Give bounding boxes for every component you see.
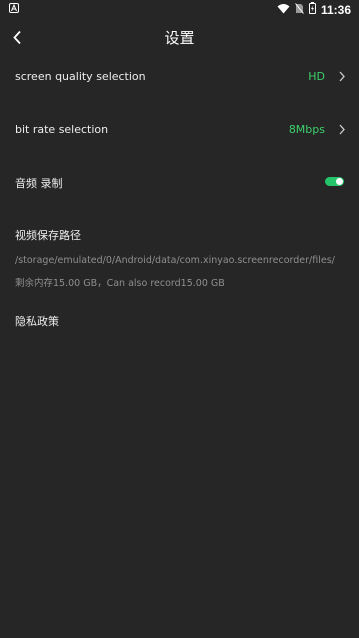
chevron-right-icon: [339, 124, 345, 135]
bitrate-setting-row[interactable]: bit rate selection 8Mbps: [0, 114, 359, 144]
quality-setting-row[interactable]: screen quality selection HD: [0, 62, 359, 92]
bitrate-value: 8Mbps: [288, 123, 325, 136]
status-bar: 11:36: [0, 0, 359, 18]
app-bar: 设置: [0, 20, 359, 54]
privacy-policy-row[interactable]: 隐私政策: [0, 306, 359, 334]
privacy-policy-label: 隐私政策: [15, 315, 59, 328]
save-path-section: 视频保存路径 /storage/emulated/0/Android/data/…: [0, 220, 359, 290]
bitrate-label: bit rate selection: [15, 123, 109, 136]
chevron-right-icon: [339, 71, 345, 82]
toggle-knob: [336, 178, 343, 185]
audio-record-row: 音频 录制: [0, 168, 359, 196]
no-sim-icon: [295, 2, 304, 17]
wifi-icon: [277, 3, 290, 17]
battery-icon: [308, 2, 316, 17]
quality-label: screen quality selection: [15, 70, 146, 83]
audio-record-label: 音频 录制: [15, 177, 63, 190]
page-title: 设置: [164, 29, 195, 47]
save-path-label: 视频保存路径: [15, 229, 81, 242]
audio-record-toggle[interactable]: [325, 177, 344, 186]
storage-info: 剩余内存15.00 GB，Can also record15.00 GB: [15, 278, 225, 289]
save-path-value: /storage/emulated/0/Android/data/com.xin…: [15, 255, 335, 266]
app-notification-icon: [9, 3, 19, 16]
status-time: 11:36: [320, 2, 351, 17]
quality-value: HD: [308, 70, 325, 83]
